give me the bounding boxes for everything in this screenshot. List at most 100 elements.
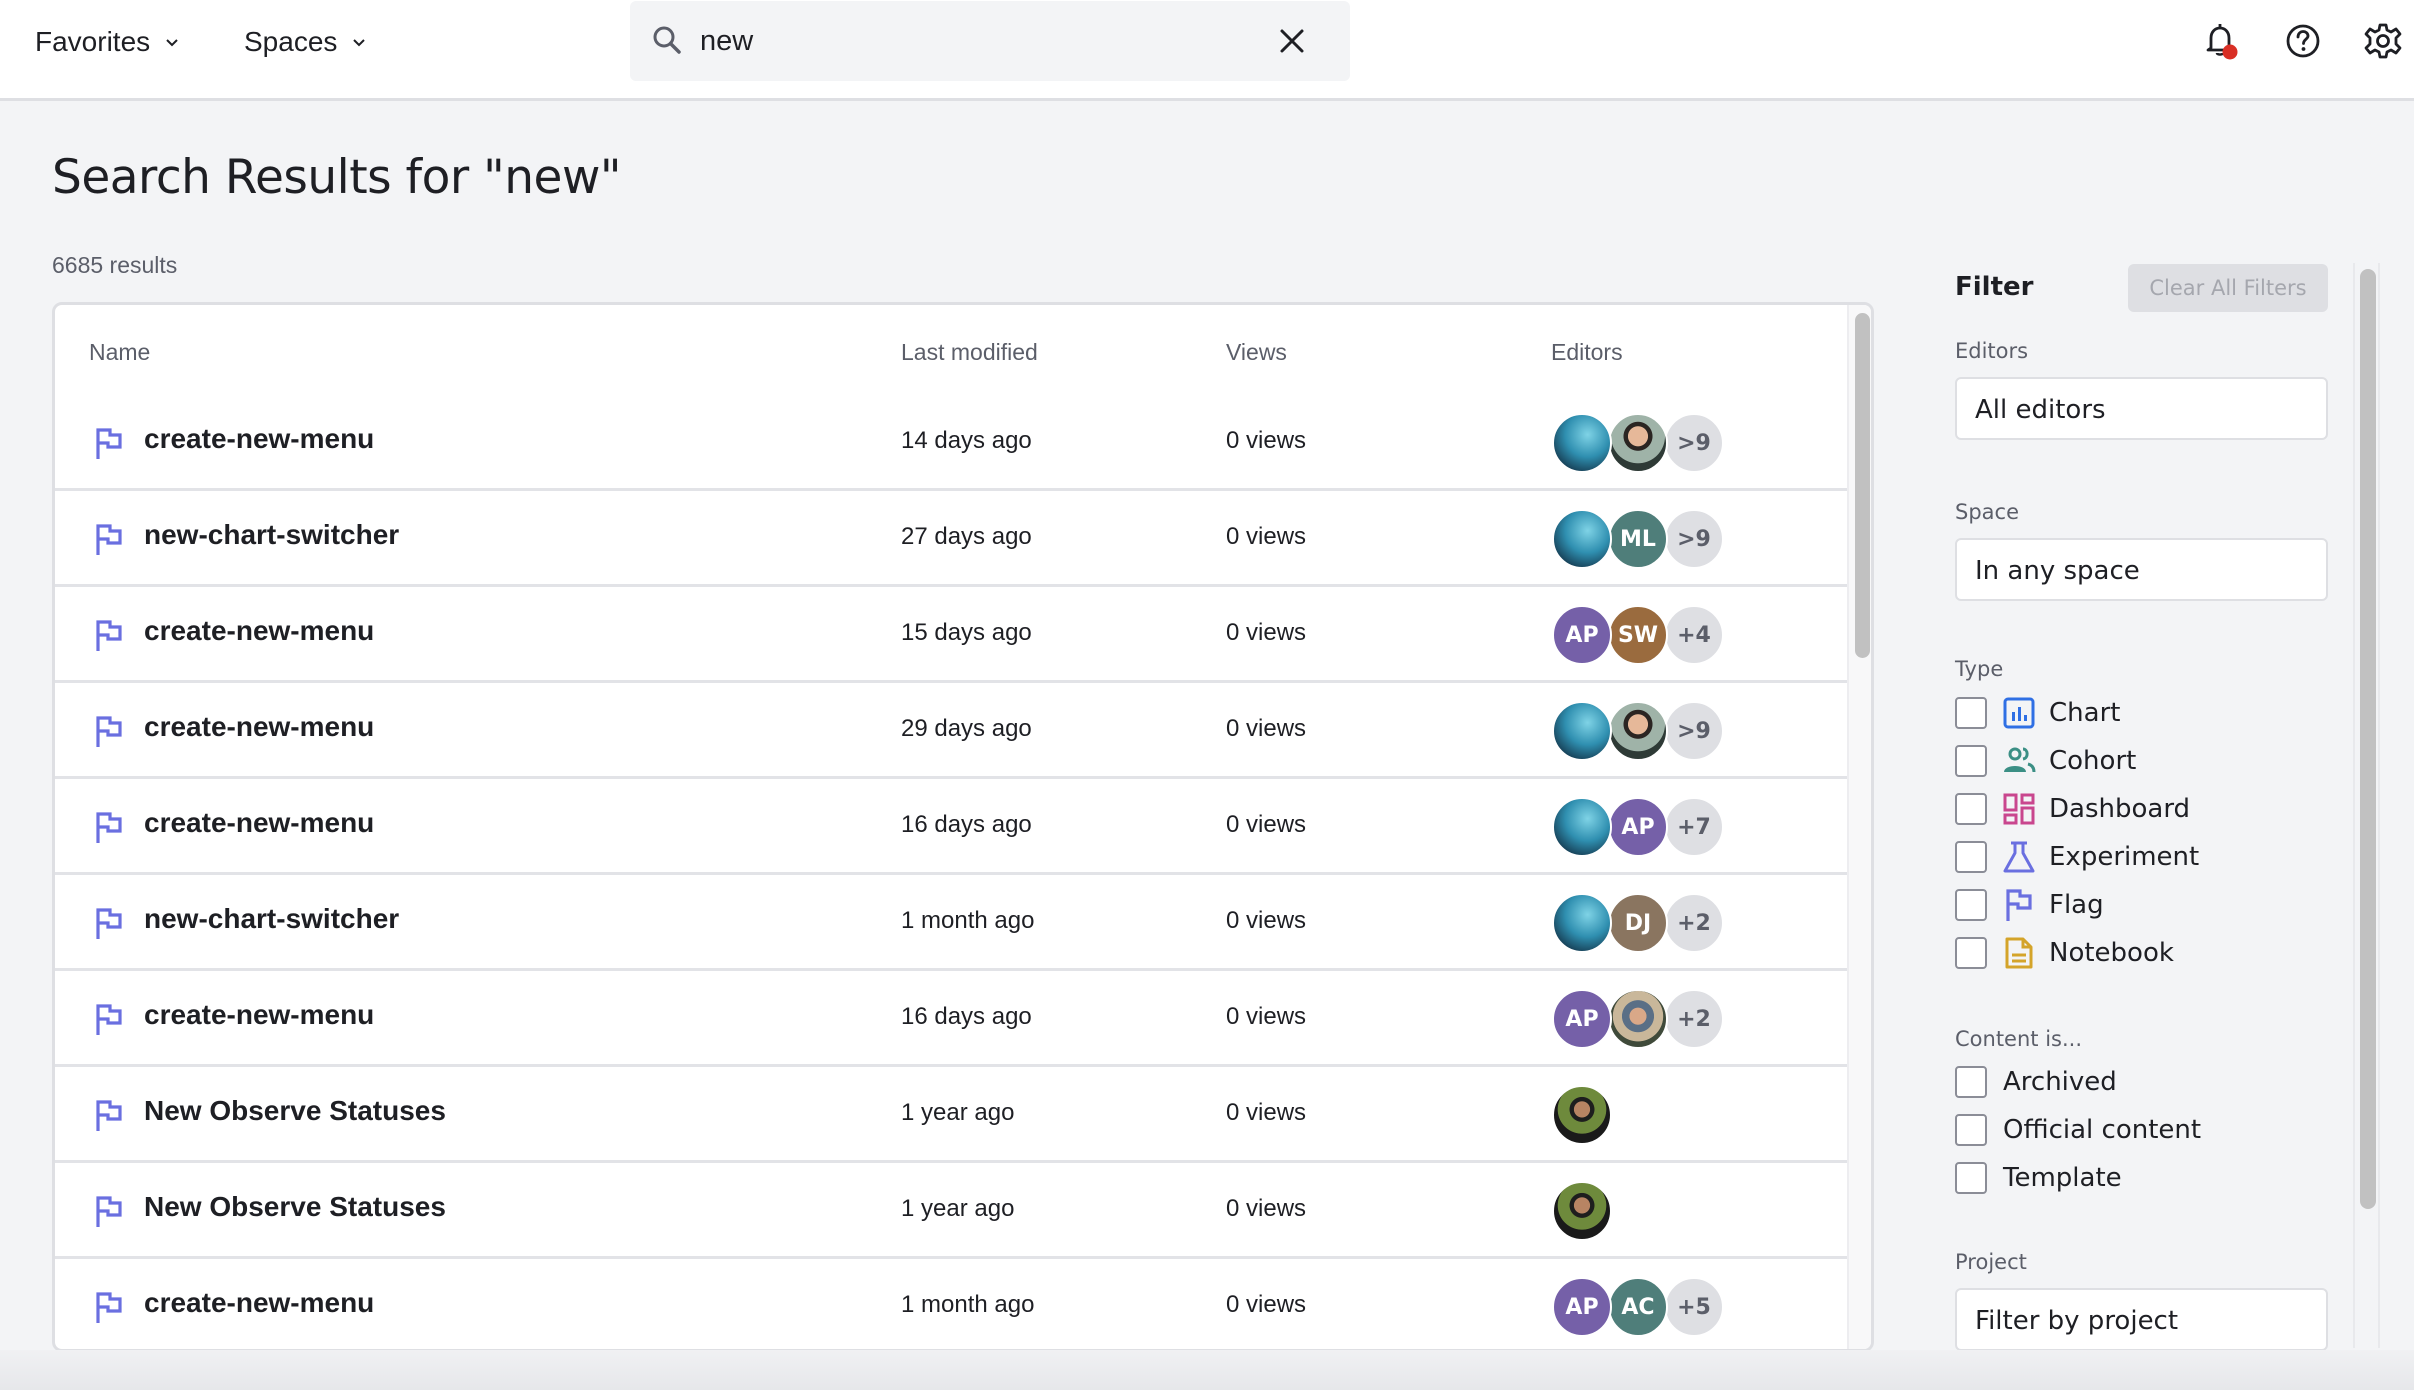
- more-editors-badge[interactable]: +7: [1664, 797, 1724, 857]
- type-option-experiment[interactable]: Experiment: [1955, 837, 2199, 877]
- search-icon: [653, 26, 681, 54]
- editor-avatar[interactable]: AP: [1608, 797, 1668, 857]
- editor-avatar-photo[interactable]: [1552, 1085, 1612, 1145]
- table-row[interactable]: create-new-menu 29 days ago 0 views >9: [55, 683, 1847, 779]
- more-editors-badge[interactable]: +4: [1664, 605, 1724, 665]
- content-option-official-content[interactable]: Official content: [1955, 1110, 2201, 1150]
- editor-avatar-photo[interactable]: [1552, 509, 1612, 569]
- table-row[interactable]: new-chart-switcher 1 month ago 0 views D…: [55, 875, 1847, 971]
- favorites-menu[interactable]: Favorites: [35, 22, 180, 62]
- spaces-label: Spaces: [244, 26, 338, 57]
- option-label: Notebook: [2049, 938, 2174, 968]
- more-editors-badge[interactable]: >9: [1664, 509, 1724, 569]
- content-option-template[interactable]: Template: [1955, 1158, 2122, 1198]
- more-editors-badge[interactable]: +5: [1664, 1277, 1724, 1337]
- close-icon[interactable]: [1278, 27, 1306, 55]
- row-name[interactable]: new-chart-switcher: [144, 903, 399, 935]
- editor-avatar[interactable]: AC: [1608, 1277, 1668, 1337]
- checkbox[interactable]: [1955, 1066, 1987, 1098]
- editor-avatar-photo[interactable]: [1608, 413, 1668, 473]
- table-row[interactable]: create-new-menu 16 days ago 0 views AP +7: [55, 779, 1847, 875]
- row-name[interactable]: create-new-menu: [144, 711, 374, 743]
- row-views: 0 views: [1226, 715, 1307, 742]
- row-name[interactable]: create-new-menu: [144, 999, 374, 1031]
- type-option-chart[interactable]: Chart: [1955, 693, 2120, 733]
- column-header-views[interactable]: Views: [1226, 339, 1287, 366]
- space-filter-select[interactable]: In any space: [1955, 538, 2328, 601]
- table-scrollbar[interactable]: [1847, 305, 1871, 1349]
- bell-icon[interactable]: [2200, 20, 2242, 62]
- more-editors-badge[interactable]: >9: [1664, 413, 1724, 473]
- checkbox[interactable]: [1955, 745, 1987, 777]
- editor-avatar-photo[interactable]: [1552, 1181, 1612, 1241]
- column-header-last-modified[interactable]: Last modified: [901, 339, 1038, 366]
- row-name[interactable]: New Observe Statuses: [144, 1191, 446, 1223]
- content-option-archived[interactable]: Archived: [1955, 1062, 2117, 1102]
- search-bar: [630, 1, 1350, 81]
- row-last-modified: 15 days ago: [901, 619, 1032, 646]
- type-option-dashboard[interactable]: Dashboard: [1955, 789, 2190, 829]
- row-name[interactable]: create-new-menu: [144, 807, 374, 839]
- editors-filter-select[interactable]: All editors: [1955, 377, 2328, 440]
- option-label: Chart: [2049, 698, 2121, 728]
- checkbox[interactable]: [1955, 697, 1987, 729]
- row-name[interactable]: create-new-menu: [144, 615, 374, 647]
- editor-avatar-photo[interactable]: [1552, 413, 1612, 473]
- editor-avatar-photo[interactable]: [1608, 701, 1668, 761]
- row-name[interactable]: create-new-menu: [144, 423, 374, 455]
- checkbox[interactable]: [1955, 937, 1987, 969]
- editor-avatar[interactable]: DJ: [1608, 893, 1668, 953]
- table-row[interactable]: New Observe Statuses 1 year ago 0 views: [55, 1163, 1847, 1259]
- row-views: 0 views: [1226, 523, 1307, 550]
- project-filter-input[interactable]: Filter by project: [1955, 1288, 2328, 1351]
- more-editors-badge[interactable]: +2: [1664, 893, 1724, 953]
- row-last-modified: 14 days ago: [901, 427, 1032, 454]
- table-row[interactable]: create-new-menu 14 days ago 0 views >9: [55, 395, 1847, 491]
- row-name[interactable]: New Observe Statuses: [144, 1095, 446, 1127]
- table-row[interactable]: New Observe Statuses 1 year ago 0 views: [55, 1067, 1847, 1163]
- spaces-menu[interactable]: Spaces: [244, 22, 367, 62]
- row-last-modified: 16 days ago: [901, 1003, 1032, 1030]
- row-name[interactable]: new-chart-switcher: [144, 519, 399, 551]
- editor-avatar-photo[interactable]: [1608, 989, 1668, 1049]
- row-views: 0 views: [1226, 1195, 1307, 1222]
- checkbox[interactable]: [1955, 793, 1987, 825]
- checkbox[interactable]: [1955, 889, 1987, 921]
- row-name[interactable]: create-new-menu: [144, 1287, 374, 1319]
- type-option-cohort[interactable]: Cohort: [1955, 741, 2136, 781]
- type-option-notebook[interactable]: Notebook: [1955, 933, 2174, 973]
- help-icon[interactable]: [2282, 20, 2324, 62]
- row-views: 0 views: [1226, 1003, 1307, 1030]
- clear-all-filters-button[interactable]: Clear All Filters: [2128, 264, 2328, 312]
- favorites-label: Favorites: [35, 26, 151, 57]
- gear-icon[interactable]: [2362, 20, 2404, 62]
- editor-avatar-photo[interactable]: [1552, 797, 1612, 857]
- more-editors-badge[interactable]: >9: [1664, 701, 1724, 761]
- table-row[interactable]: new-chart-switcher 27 days ago 0 views M…: [55, 491, 1847, 587]
- flag-icon: [93, 1099, 125, 1133]
- type-option-flag[interactable]: Flag: [1955, 885, 2104, 925]
- table-scrollbar-thumb[interactable]: [1855, 313, 1870, 658]
- editor-avatar[interactable]: AP: [1552, 989, 1612, 1049]
- checkbox[interactable]: [1955, 841, 1987, 873]
- page-scrollbar-thumb[interactable]: [2360, 269, 2376, 1209]
- page-scrollbar[interactable]: [2353, 263, 2380, 1348]
- search-input[interactable]: [700, 19, 1260, 63]
- editor-avatar-photo[interactable]: [1552, 701, 1612, 761]
- table-row[interactable]: create-new-menu 16 days ago 0 views AP +2: [55, 971, 1847, 1067]
- editor-avatar[interactable]: ML: [1608, 509, 1668, 569]
- checkbox[interactable]: [1955, 1114, 1987, 1146]
- more-editors-badge[interactable]: +2: [1664, 989, 1724, 1049]
- editor-avatar[interactable]: AP: [1552, 605, 1612, 665]
- table-row[interactable]: create-new-menu 15 days ago 0 views AP SW…: [55, 587, 1847, 683]
- space-filter-label: Space: [1955, 500, 2019, 524]
- filter-title: Filter: [1955, 272, 2034, 302]
- editor-avatar[interactable]: AP: [1552, 1277, 1612, 1337]
- editor-avatar-photo[interactable]: [1552, 893, 1612, 953]
- checkbox[interactable]: [1955, 1162, 1987, 1194]
- column-header-editors[interactable]: Editors: [1551, 339, 1623, 366]
- column-header-name[interactable]: Name: [89, 339, 150, 366]
- table-row[interactable]: create-new-menu 1 month ago 0 views AP AC…: [55, 1259, 1847, 1349]
- chevron-down-icon: [166, 39, 178, 47]
- editor-avatar[interactable]: SW: [1608, 605, 1668, 665]
